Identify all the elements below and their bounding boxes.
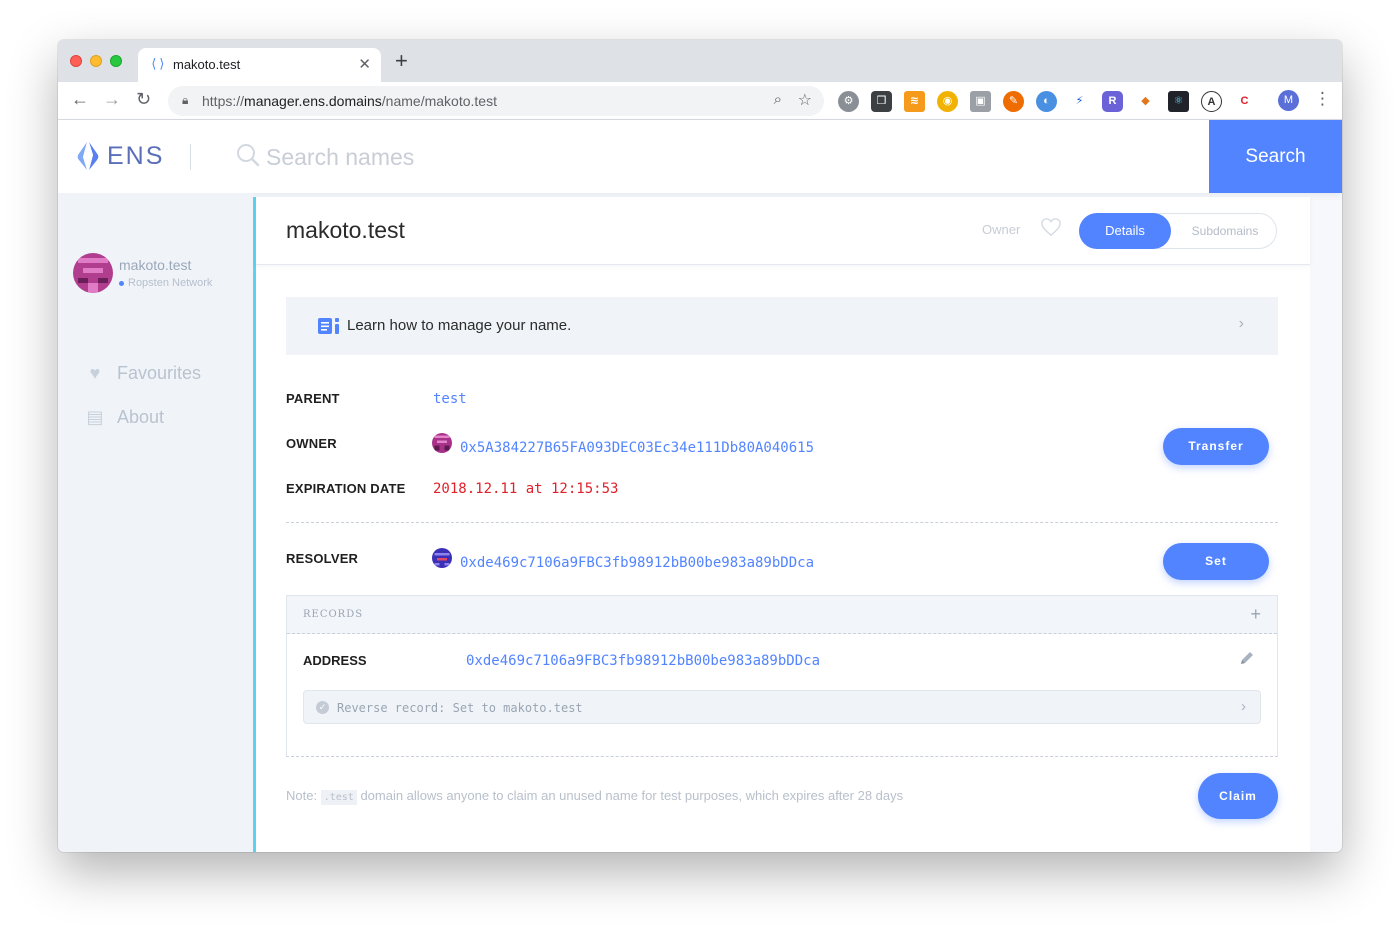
lock-icon: 🔒︎ xyxy=(182,93,189,107)
network-indicator: Ropsten Network xyxy=(119,277,212,289)
url-path: /name/makoto.test xyxy=(381,93,497,109)
account-name: makoto.test xyxy=(119,257,192,273)
network-dot xyxy=(119,280,124,286)
lightning-extension-icon[interactable]: ⚡︎ xyxy=(1069,90,1090,112)
tab-strip: ⟨⟩ makoto.test ✕ + xyxy=(58,40,1342,82)
records-title: RECORDS xyxy=(303,609,364,620)
tab-close-icon[interactable]: ✕ xyxy=(358,55,371,73)
view-toggle: Details Subdomains xyxy=(1079,213,1277,249)
rss-extension-icon[interactable]: ≋ xyxy=(904,90,925,112)
note-prefix: Note: xyxy=(286,788,318,803)
new-tab-button[interactable]: + xyxy=(395,50,408,72)
maximize-window-button[interactable] xyxy=(110,55,122,67)
tab-title: makoto.test xyxy=(173,57,241,72)
heart-icon: ♥ xyxy=(89,363,101,383)
tab-subdomains[interactable]: Subdomains xyxy=(1180,214,1270,248)
resolver-identicon xyxy=(432,548,452,568)
owner-badge: Owner xyxy=(982,222,1021,237)
a-extension-icon[interactable]: A xyxy=(1201,90,1222,112)
sidebar-item-favourites[interactable]: ♥ Favourites xyxy=(85,363,201,384)
expiration-date: 2018.12.11 at 12:15:53 xyxy=(433,481,619,497)
sidebar-item-label: Favourites xyxy=(117,363,202,383)
forward-icon[interactable]: → xyxy=(103,89,121,110)
metamask-extension-icon[interactable]: ◆ xyxy=(1135,90,1156,112)
favourite-heart-icon[interactable] xyxy=(1040,217,1062,237)
url-prefix: https:// xyxy=(202,93,245,109)
owner-identicon xyxy=(432,433,452,453)
address-bar[interactable]: 🔒︎ https://manager.ens.domains/name/mako… xyxy=(168,86,824,116)
react-extension-icon[interactable]: ⚛ xyxy=(1168,90,1189,112)
sidebar-item-label: About xyxy=(117,407,165,427)
ens-logo-text: ENS xyxy=(107,142,165,170)
back-icon[interactable]: ← xyxy=(71,89,89,110)
browser-menu-icon[interactable]: ⋮ xyxy=(1314,89,1331,109)
learn-text: Learn how to manage your name. xyxy=(347,317,572,334)
domain-details-card: makoto.test Owner Details Subdomains Lea… xyxy=(256,197,1310,852)
chat-icon: ▤ xyxy=(86,407,104,427)
url-text[interactable]: https://manager.ens.domains/name/makoto.… xyxy=(202,93,497,109)
gear-extension-icon[interactable]: ⚙ xyxy=(838,90,859,112)
address-record-label: ADDRESS xyxy=(303,653,367,668)
minimize-window-button[interactable] xyxy=(90,55,102,67)
extensions-bar: ⚙ ❒ ≋ ◉ ▣ ✎ ◐ ⚡︎ R ◆ ⚛ A C xyxy=(838,90,1255,112)
test-domain-note: Note: .test domain allows anyone to clai… xyxy=(286,788,904,805)
owner-label: OWNER xyxy=(286,436,337,451)
browser-tab[interactable]: ⟨⟩ makoto.test ✕ xyxy=(138,48,381,82)
header-divider xyxy=(190,144,191,170)
network-name: Ropsten Network xyxy=(128,277,213,289)
owner-address-link[interactable]: 0x5A384227B65FA093DEC03Ec34e111Db80A0406… xyxy=(460,440,814,456)
close-window-button[interactable] xyxy=(70,55,82,67)
account-avatar xyxy=(73,253,113,293)
note-code: .test xyxy=(320,790,357,805)
search-icon xyxy=(237,144,260,167)
card-header: makoto.test Owner Details Subdomains xyxy=(256,197,1310,265)
records-panel: RECORDS + ADDRESS 0xde469c7106a9FBC3fb98… xyxy=(286,595,1278,757)
reverse-record-row[interactable]: ✓ Reverse record: Set to makoto.test › xyxy=(303,690,1261,724)
sidebar-item-about[interactable]: ▤ About xyxy=(85,407,164,428)
camera-extension-icon[interactable]: ▣ xyxy=(970,90,991,112)
section-divider xyxy=(286,522,1278,523)
set-resolver-button[interactable]: Set xyxy=(1163,543,1269,580)
paint-extension-icon[interactable]: ✎ xyxy=(1003,90,1024,112)
reverse-record-text: Reverse record: Set to makoto.test xyxy=(337,701,583,715)
records-header: RECORDS + xyxy=(287,596,1277,634)
page-title: makoto.test xyxy=(286,217,405,243)
pocket-extension-icon[interactable]: ❒ xyxy=(871,90,892,112)
reload-icon[interactable]: ↻ xyxy=(136,89,151,110)
search-button[interactable]: Search xyxy=(1209,120,1342,193)
search-input[interactable] xyxy=(266,140,866,174)
chevron-right-icon: › xyxy=(1238,315,1244,332)
learn-banner[interactable]: Learn how to manage your name. › xyxy=(286,297,1278,355)
tab-favicon-icon: ⟨⟩ xyxy=(150,57,166,72)
add-record-icon[interactable]: + xyxy=(1250,604,1261,625)
claim-button[interactable]: Claim xyxy=(1198,773,1278,819)
sidebar: makoto.test Ropsten Network ♥ Favourites … xyxy=(58,193,254,852)
tab-details[interactable]: Details xyxy=(1079,213,1171,249)
edit-pencil-icon[interactable] xyxy=(1239,650,1255,666)
r-extension-icon[interactable]: R xyxy=(1102,90,1123,112)
app-header: ENS Search xyxy=(58,120,1342,193)
expiration-label: EXPIRATION DATE xyxy=(286,481,406,496)
profile-avatar[interactable]: M xyxy=(1278,90,1299,111)
address-record-value[interactable]: 0xde469c7106a9FBC3fb98912bB00be983a89bDD… xyxy=(466,653,820,669)
transfer-button[interactable]: Transfer xyxy=(1163,428,1269,465)
parent-label: PARENT xyxy=(286,391,340,406)
parent-link[interactable]: test xyxy=(433,391,467,407)
browser-toolbar: ← → ↻ 🔒︎ https://manager.ens.domains/nam… xyxy=(58,82,1342,120)
browser-window: ⟨⟩ makoto.test ✕ + ← → ↻ 🔒︎ https://mana… xyxy=(58,40,1342,852)
check-icon: ✓ xyxy=(316,701,329,714)
globe-extension-icon[interactable]: ◐ xyxy=(1036,90,1057,112)
resolver-label: RESOLVER xyxy=(286,551,359,566)
book-icon xyxy=(318,318,339,334)
bookmark-star-icon[interactable]: ☆ xyxy=(798,90,812,110)
c-extension-icon[interactable]: C xyxy=(1234,90,1255,112)
resolver-address-link[interactable]: 0xde469c7106a9FBC3fb98912bB00be983a89bDD… xyxy=(460,555,814,571)
url-host: manager.ens.domains xyxy=(244,93,382,109)
coin-extension-icon[interactable]: ◉ xyxy=(937,90,958,112)
zoom-icon[interactable]: ⌕ xyxy=(774,91,782,108)
ens-logo-icon xyxy=(77,142,99,170)
chevron-right-icon: › xyxy=(1241,698,1246,715)
note-text: domain allows anyone to claim an unused … xyxy=(360,788,904,803)
